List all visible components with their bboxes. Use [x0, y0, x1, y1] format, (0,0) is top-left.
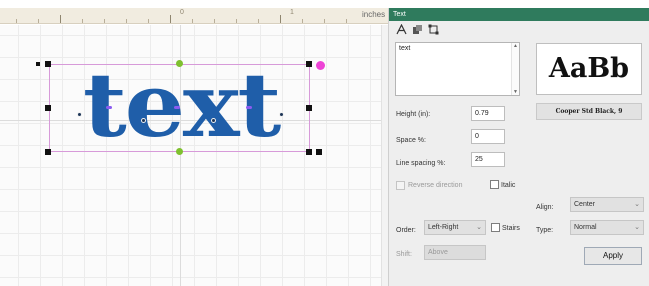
scroll-up-icon[interactable]: ▲ [513, 43, 518, 49]
ruler-number-1: 1 [290, 9, 294, 16]
panel-toolbar [389, 21, 649, 37]
type-label: Type: [536, 227, 554, 234]
resize-handle-top-center[interactable] [176, 60, 183, 67]
italic-checkbox[interactable] [490, 180, 499, 189]
ruler-units-label: inches [362, 10, 386, 19]
order-value: Left-Right [428, 224, 459, 231]
rotate-handle[interactable] [316, 61, 325, 70]
resize-handle-bottom-center[interactable] [176, 148, 183, 155]
reverse-direction-checkbox[interactable] [396, 181, 405, 190]
reverse-direction-label: Reverse direction [408, 182, 463, 189]
height-label: Height (in): [396, 111, 431, 118]
font-tool-icon[interactable] [395, 23, 407, 35]
resize-handle-right[interactable] [306, 105, 312, 111]
kerning-node[interactable] [246, 106, 252, 109]
letter-node-e[interactable] [141, 118, 146, 123]
height-field[interactable]: 0.79 [471, 106, 505, 121]
kerning-node[interactable] [174, 106, 180, 109]
text-area-scrollbar[interactable]: ▲ ▼ [511, 43, 519, 95]
chevron-down-icon: ⌄ [634, 201, 640, 208]
shift-dropdown[interactable]: Above [424, 245, 486, 260]
apply-button[interactable]: Apply [584, 247, 642, 265]
letter-node-t2[interactable] [279, 112, 284, 117]
design-canvas[interactable]: 0 1 inches text [0, 0, 388, 286]
stairs-label: Stairs [502, 225, 520, 232]
letter-node-t[interactable] [77, 112, 82, 117]
resize-handle-bottom-left[interactable] [45, 149, 51, 155]
frame-tool-icon[interactable] [427, 23, 439, 35]
resize-handle-top-right[interactable] [306, 61, 312, 67]
align-label: Align: [536, 204, 554, 211]
stairs-checkbox[interactable] [491, 223, 500, 232]
resize-handle-top-left[interactable] [45, 61, 51, 67]
font-preview: AaBb [536, 43, 642, 95]
font-select-button[interactable]: Cooper Std Black, 9 [536, 103, 642, 120]
order-label: Order: [396, 227, 416, 234]
horizontal-ruler: 0 1 inches [0, 8, 388, 24]
line-spacing-label: Line spacing %: [396, 160, 446, 167]
text-path-icon[interactable] [411, 23, 423, 35]
order-dropdown[interactable]: Left-Right ⌄ [424, 220, 486, 235]
text-input-area[interactable]: text ▲ ▼ [395, 42, 520, 96]
align-dropdown[interactable]: Center ⌄ [570, 197, 644, 212]
space-field[interactable]: 0 [471, 129, 505, 144]
line-spacing-field[interactable]: 25 [471, 152, 505, 167]
text-object[interactable]: text [36, 55, 325, 155]
scroll-down-icon[interactable]: ▼ [513, 89, 518, 95]
type-value: Normal [574, 224, 597, 231]
space-label: Space %: [396, 137, 426, 144]
kerning-node[interactable] [106, 106, 112, 109]
vertical-scrollbar[interactable] [381, 25, 388, 286]
shift-value: Above [428, 249, 448, 256]
align-value: Center [574, 201, 596, 208]
letter-node-x[interactable] [211, 118, 216, 123]
resize-handle-left[interactable] [45, 105, 51, 111]
text-panel: Text text ▲ ▼ AaBb Cooper Std Black, 9 H… [388, 8, 649, 286]
panel-title: Text [389, 8, 649, 21]
chevron-down-icon: ⌄ [634, 224, 640, 231]
type-dropdown[interactable]: Normal ⌄ [570, 220, 644, 235]
anchor-point[interactable] [36, 62, 40, 66]
ruler-number-0: 0 [180, 9, 184, 16]
shift-label: Shift: [396, 251, 412, 258]
resize-handle-bottom-right[interactable] [306, 149, 312, 155]
italic-label: Italic [501, 182, 516, 189]
text-input-value: text [399, 45, 411, 52]
resize-handle-extra[interactable] [316, 149, 322, 155]
chevron-down-icon: ⌄ [476, 224, 482, 231]
